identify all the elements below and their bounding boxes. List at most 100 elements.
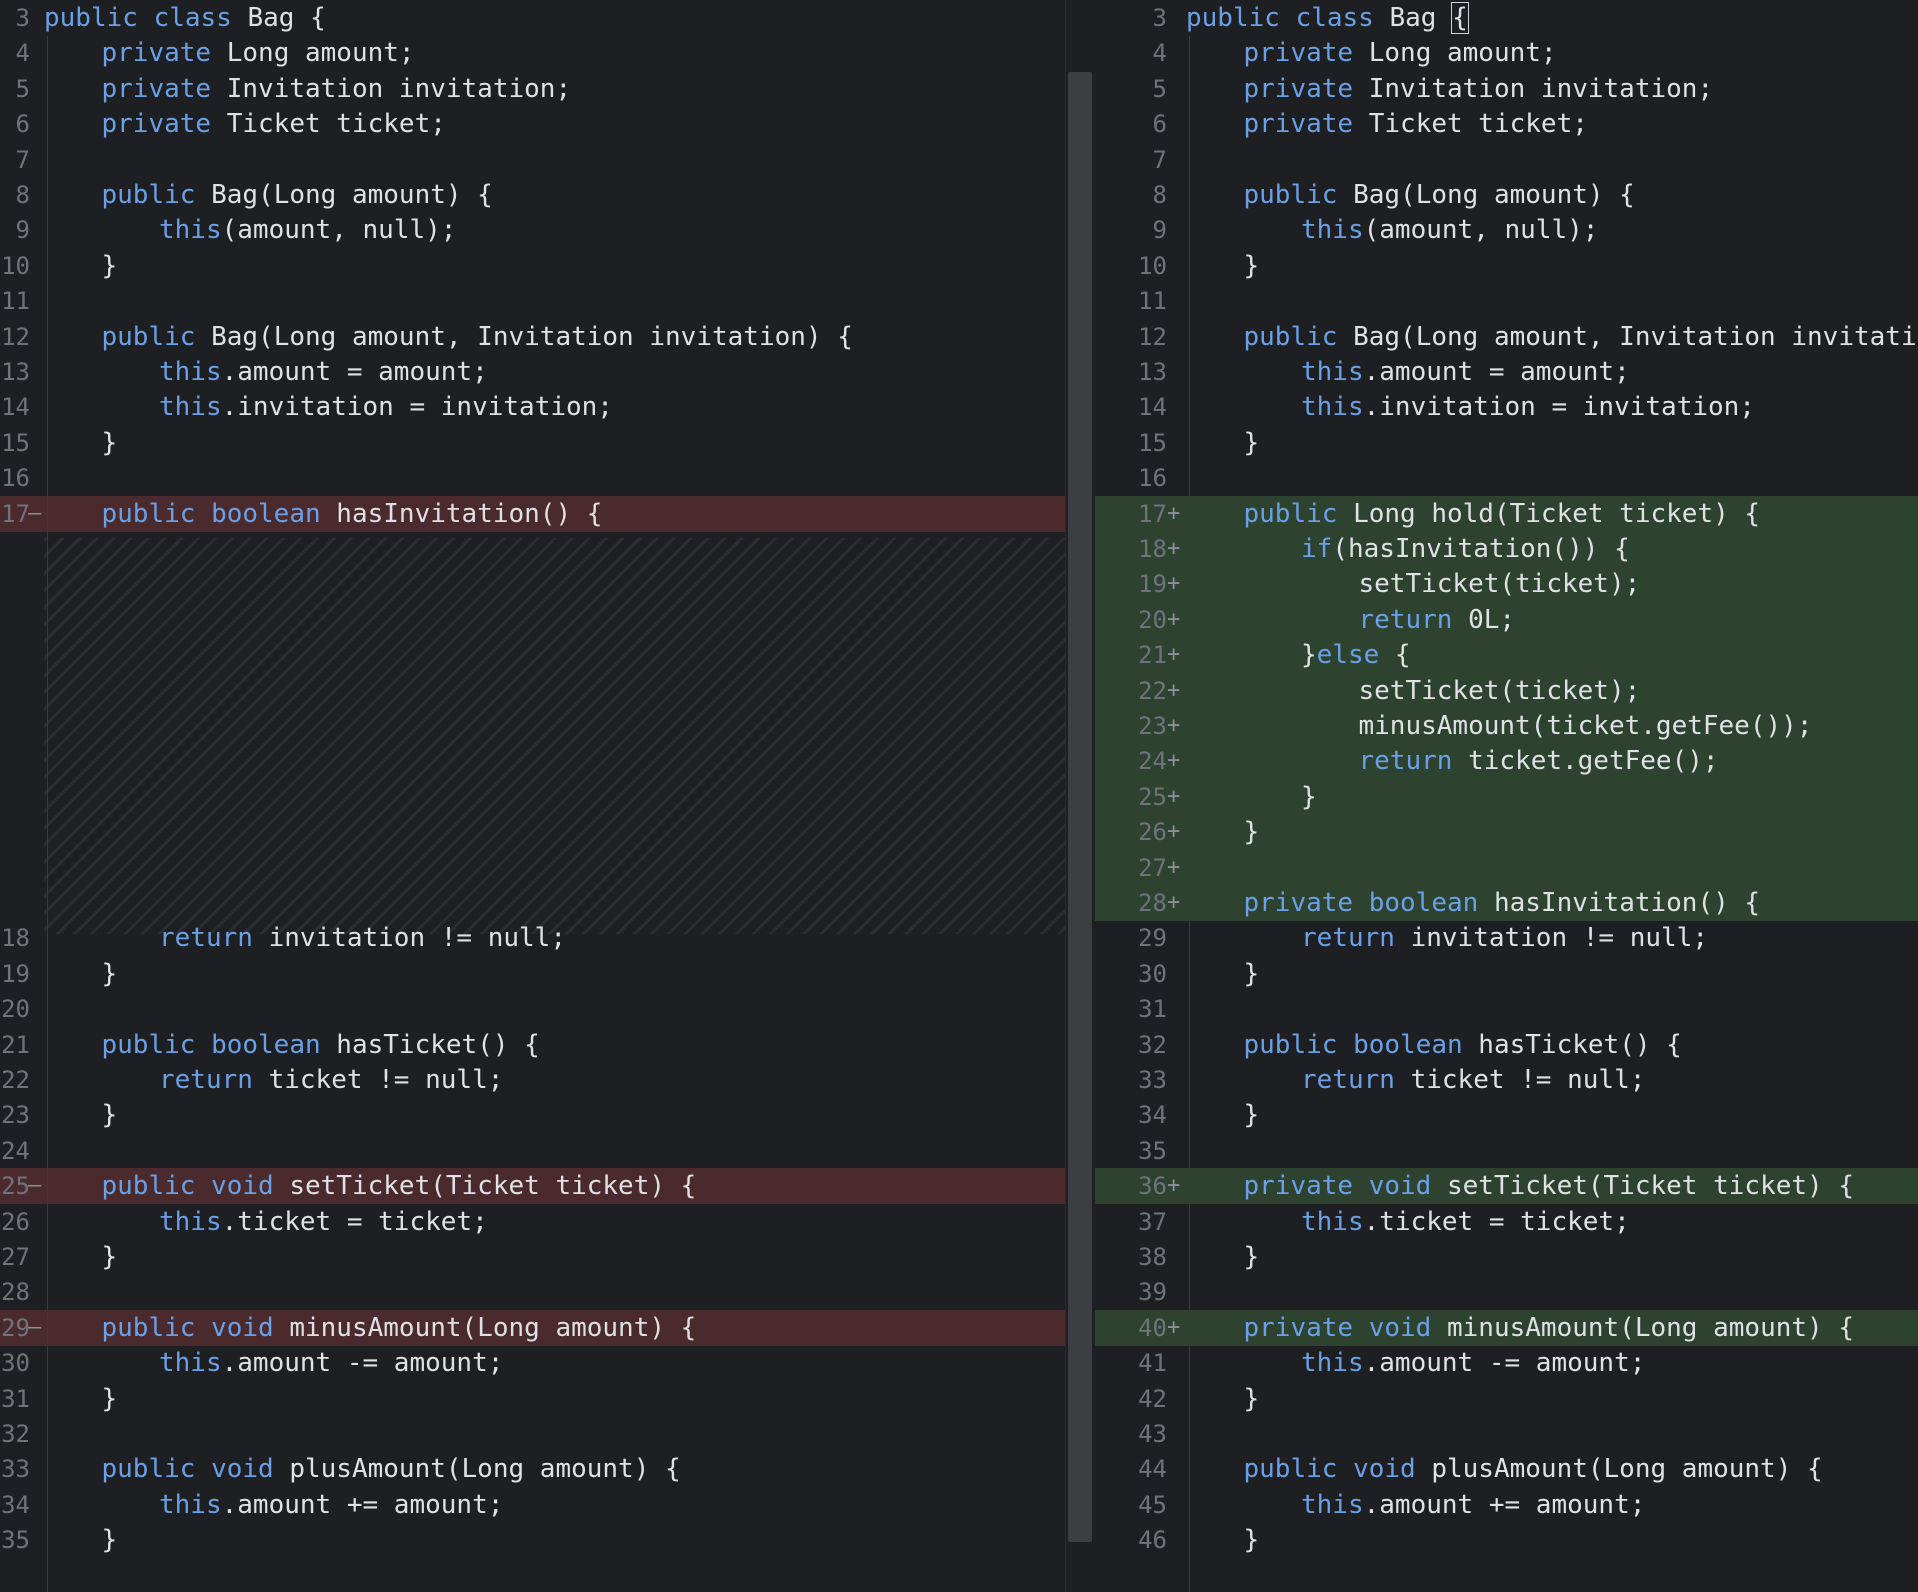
line-number: 15 xyxy=(1138,429,1167,457)
code-text: } xyxy=(1244,1522,1260,1558)
added-line[interactable]: 27 + xyxy=(1095,850,1918,886)
added-line[interactable]: 21 +}else { xyxy=(1095,637,1918,673)
code-line[interactable]: 37 this.ticket = ticket; xyxy=(1095,1204,1918,1240)
line-number: 19 xyxy=(1138,570,1167,598)
code-line[interactable]: 11 xyxy=(0,283,1065,319)
scrollbar-thumb[interactable] xyxy=(1068,72,1092,1542)
code-line[interactable]: 19} xyxy=(0,956,1065,992)
code-text: } xyxy=(102,1097,118,1133)
code-line[interactable]: 8 public Bag(Long amount) { xyxy=(0,177,1065,213)
code-line[interactable]: 16 xyxy=(0,460,1065,496)
code-text: public Bag(Long amount, Invitation invit… xyxy=(102,319,853,355)
code-line[interactable]: 43 xyxy=(1095,1416,1918,1452)
code-line[interactable]: 34 this.amount += amount; xyxy=(0,1487,1065,1523)
code-text: this.invitation = invitation; xyxy=(159,389,613,425)
removed-line[interactable]: 25– public void setTicket(Ticket ticket) … xyxy=(0,1168,1065,1204)
code-line[interactable]: 14 this.invitation = invitation; xyxy=(1095,389,1918,425)
code-text: setTicket(ticket); xyxy=(1359,566,1641,602)
code-line[interactable]: 41 this.amount -= amount; xyxy=(1095,1345,1918,1381)
added-line[interactable]: 25 +} xyxy=(1095,779,1918,815)
code-token: invitation != null; xyxy=(1394,923,1708,953)
code-line[interactable]: 4 private Long amount; xyxy=(0,35,1065,71)
line-number: 13 xyxy=(1138,358,1167,386)
added-line[interactable]: 19 + setTicket(ticket); xyxy=(1095,566,1918,602)
code-line[interactable]: 33 return ticket != null; xyxy=(1095,1062,1918,1098)
code-line[interactable]: 44 public void plusAmount(Long amount) { xyxy=(1095,1451,1918,1487)
code-line[interactable]: 21 public boolean hasTicket() { xyxy=(0,1027,1065,1063)
code-text: public void plusAmount(Long amount) { xyxy=(1244,1451,1823,1487)
code-line[interactable]: 14 this.invitation = invitation; xyxy=(0,389,1065,425)
code-line[interactable]: 32 xyxy=(0,1416,1065,1452)
code-line[interactable]: 42} xyxy=(1095,1381,1918,1417)
code-line[interactable]: 6 private Ticket ticket; xyxy=(0,106,1065,142)
code-line[interactable]: 7 xyxy=(1095,142,1918,178)
code-line[interactable]: 15} xyxy=(1095,425,1918,461)
removed-line[interactable]: 17– public boolean hasInvitation() { xyxy=(0,496,1065,532)
removed-line[interactable]: 29– public void minusAmount(Long amount) … xyxy=(0,1310,1065,1346)
added-line[interactable]: 20 + return 0L; xyxy=(1095,602,1918,638)
code-line[interactable]: 35 xyxy=(1095,1133,1918,1169)
code-line[interactable]: 31} xyxy=(0,1381,1065,1417)
code-token: minusAmount(Long amount) { xyxy=(273,1313,697,1343)
code-line[interactable]: 18 return invitation != null; xyxy=(0,920,1065,956)
code-line[interactable]: 22 return ticket != null; xyxy=(0,1062,1065,1098)
added-line[interactable]: 26 +} xyxy=(1095,814,1918,850)
code-line[interactable]: 23} xyxy=(0,1097,1065,1133)
line-number: 14 xyxy=(1138,393,1167,421)
added-line[interactable]: 36 + private void setTicket(Ticket ticket)… xyxy=(1095,1168,1918,1204)
code-line[interactable]: 26 this.ticket = ticket; xyxy=(0,1204,1065,1240)
code-line[interactable]: 11 xyxy=(1095,283,1918,319)
code-line[interactable]: 33 public void plusAmount(Long amount) { xyxy=(0,1451,1065,1487)
diff-viewer: 3 public class Bag {4 private Long amount;… xyxy=(0,0,1918,1592)
code-line[interactable]: 12 public Bag(Long amount, Invitation inv… xyxy=(0,319,1065,355)
code-line[interactable]: 34} xyxy=(1095,1097,1918,1133)
code-line[interactable]: 32 public boolean hasTicket() { xyxy=(1095,1027,1918,1063)
code-line[interactable]: 30 this.amount -= amount; xyxy=(0,1345,1065,1381)
added-line[interactable]: 24 + return ticket.getFee(); xyxy=(1095,743,1918,779)
right-editor-pane[interactable]: 3 public class Bag {4 private Long amount;… xyxy=(1095,0,1918,1592)
code-line[interactable]: 7 xyxy=(0,142,1065,178)
code-token: plusAmount(Long amount) { xyxy=(273,1454,681,1484)
code-line[interactable]: 4 private Long amount; xyxy=(1095,35,1918,71)
added-line[interactable]: 28 + private boolean hasInvitation() { xyxy=(1095,885,1918,921)
code-line[interactable]: 20 xyxy=(0,991,1065,1027)
code-line[interactable]: 5 private Invitation invitation; xyxy=(1095,71,1918,107)
code-line[interactable]: 6 private Ticket ticket; xyxy=(1095,106,1918,142)
code-line[interactable]: 46} xyxy=(1095,1522,1918,1558)
code-line[interactable]: 16 xyxy=(1095,460,1918,496)
code-line[interactable]: 31 xyxy=(1095,991,1918,1027)
added-line[interactable]: 40 + private void minusAmount(Long amount)… xyxy=(1095,1310,1918,1346)
code-line[interactable]: 39 xyxy=(1095,1274,1918,1310)
added-marker-icon: + xyxy=(1167,1315,1181,1340)
code-line[interactable]: 12 public Bag(Long amount, Invitation inv… xyxy=(1095,319,1918,355)
code-line[interactable]: 13 this.amount = amount; xyxy=(1095,354,1918,390)
code-token: } xyxy=(1301,782,1317,812)
left-editor-pane[interactable]: 3 public class Bag {4 private Long amount;… xyxy=(0,0,1065,1592)
code-line[interactable]: 35} xyxy=(0,1522,1065,1558)
code-line[interactable]: 9 this(amount, null); xyxy=(1095,212,1918,248)
code-line[interactable]: 13 this.amount = amount; xyxy=(0,354,1065,390)
code-line[interactable]: 3 public class Bag { xyxy=(0,0,1065,36)
code-text: return ticket.getFee(); xyxy=(1359,743,1719,779)
code-line[interactable]: 15} xyxy=(0,425,1065,461)
code-line[interactable]: 45 this.amount += amount; xyxy=(1095,1487,1918,1523)
code-line[interactable]: 8 public Bag(Long amount) { xyxy=(1095,177,1918,213)
code-line[interactable]: 9 this(amount, null); xyxy=(0,212,1065,248)
added-line[interactable]: 18 + if(hasInvitation()) { xyxy=(1095,531,1918,567)
code-text: } xyxy=(102,1239,118,1275)
code-line[interactable]: 24 xyxy=(0,1133,1065,1169)
code-line[interactable]: 10} xyxy=(1095,248,1918,284)
code-line[interactable]: 3 public class Bag { xyxy=(1095,0,1918,36)
added-line[interactable]: 23 + minusAmount(ticket.getFee()); xyxy=(1095,708,1918,744)
added-line[interactable]: 22 + setTicket(ticket); xyxy=(1095,673,1918,709)
code-line[interactable]: 27} xyxy=(0,1239,1065,1275)
code-text: this.amount += amount; xyxy=(1301,1487,1645,1523)
code-line[interactable]: 30} xyxy=(1095,956,1918,992)
code-line[interactable]: 10} xyxy=(0,248,1065,284)
code-line[interactable]: 38} xyxy=(1095,1239,1918,1275)
code-line[interactable]: 28 xyxy=(0,1274,1065,1310)
keyword: public void xyxy=(101,1313,274,1343)
added-line[interactable]: 17 + public Long hold(Ticket ticket) { xyxy=(1095,496,1918,532)
code-line[interactable]: 29 return invitation != null; xyxy=(1095,920,1918,956)
code-line[interactable]: 5 private Invitation invitation; xyxy=(0,71,1065,107)
